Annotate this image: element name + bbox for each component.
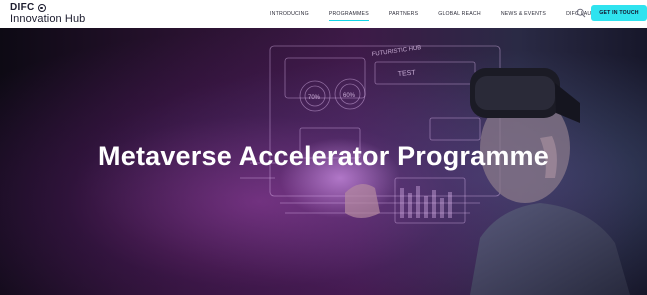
hero-banner: FUTURISTIC HUB TEST 70% 60% Metaverse Accel… [0, 28, 647, 295]
search-icon[interactable] [576, 8, 586, 18]
nav-global-reach[interactable]: GLOBAL REACH [438, 0, 481, 28]
hud-pct-left-label: 70% [308, 95, 321, 101]
nav-partners[interactable]: PARTNERS [389, 0, 418, 28]
nav-programmes[interactable]: PROGRAMMES [328, 0, 369, 28]
site-header: DIFC Innovation Hub INTRODUCING PROGRAMM… [0, 0, 647, 28]
logo-difc-text: DIFC [10, 2, 35, 13]
hud-test-label: TEST [398, 69, 417, 78]
nav-news-events[interactable]: NEWS & EVENTS [501, 0, 546, 28]
site-logo[interactable]: DIFC Innovation Hub [10, 2, 86, 25]
logo-subtitle: Innovation Hub [10, 13, 86, 25]
nav-introducing[interactable]: INTRODUCING [270, 0, 309, 28]
hud-futuristic-label: FUTURISTIC HUB [371, 45, 421, 58]
hero-title: Metaverse Accelerator Programme [98, 141, 549, 171]
page: DIFC Innovation Hub INTRODUCING PROGRAMM… [0, 0, 647, 295]
hud-pct-right-label: 60% [343, 93, 356, 99]
get-in-touch-button[interactable]: GET IN TOUCH [591, 5, 647, 21]
logo-mark-icon [37, 4, 46, 12]
